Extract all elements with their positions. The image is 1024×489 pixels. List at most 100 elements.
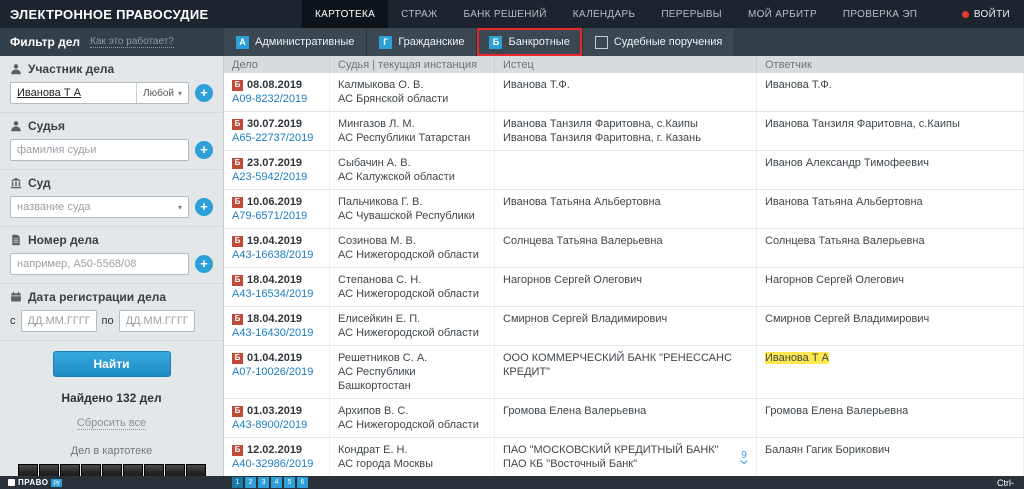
case-type-tab[interactable]: Г Гражданские xyxy=(367,28,477,56)
plaintiff-name: Солнцева Татьяна Валерьевна xyxy=(503,234,663,248)
page-button[interactable]: 3 xyxy=(258,477,269,488)
zoom-hint: Ctrl- xyxy=(997,478,1024,488)
participant-role-select[interactable]: Любой xyxy=(136,83,188,103)
court-name: АС Нижегородской области xyxy=(338,326,486,340)
page-button[interactable]: 6 xyxy=(297,477,308,488)
judge-name: Архипов В. С. xyxy=(338,404,486,418)
nav-item[interactable]: БАНК РЕШЕНИЙ xyxy=(451,0,560,28)
judge-cell: Архипов В. С. АС Нижегородской области xyxy=(330,399,495,437)
judge-name: Решетников С. А. xyxy=(338,351,486,365)
add-case-number-button[interactable] xyxy=(195,255,213,273)
court-select-placeholder: название суда xyxy=(17,201,91,213)
judge-name: Мингазов Л. М. xyxy=(338,117,486,131)
plaintiff-names: ООО КОММЕРЧЕСКИЙ БАНК "РЕНЕССАНС КРЕДИТ" xyxy=(503,351,748,379)
reset-all-link[interactable]: Сбросить все xyxy=(77,417,146,430)
table-row[interactable]: Б 10.06.2019 А79-6571/2019 Пальчикова Г.… xyxy=(224,190,1024,229)
case-number-link[interactable]: А43-16534/2019 xyxy=(232,287,313,301)
case-number-section: Номер дела xyxy=(0,227,223,284)
court-name: АС Чувашской Республики xyxy=(338,209,486,223)
defendant-cell: Иванова Танзиля Фаритовна, с.Каипы xyxy=(757,112,1024,150)
case-number-link[interactable]: А79-6571/2019 xyxy=(232,209,307,223)
add-judge-button[interactable] xyxy=(195,141,213,159)
case-number-input[interactable] xyxy=(10,253,189,275)
pagination: 1 2 3 4 5 6 xyxy=(232,477,308,488)
counter-digit: 0 xyxy=(81,464,101,476)
case-number-link[interactable]: А23-5942/2019 xyxy=(232,170,307,184)
person-icon xyxy=(10,63,22,75)
page-button[interactable]: 1 xyxy=(232,477,243,488)
case-number-link[interactable]: А43-16430/2019 xyxy=(232,326,313,340)
defendant-cell: Балаян Гагик Борикович xyxy=(757,438,1024,476)
table-row[interactable]: Б 01.04.2019 А07-10026/2019 Решетников С… xyxy=(224,346,1024,399)
counter-digit: 6 xyxy=(60,464,80,476)
case-number-link[interactable]: А07-10026/2019 xyxy=(232,365,313,379)
case-number-link[interactable]: А65-22737/2019 xyxy=(232,131,313,145)
bankruptcy-case-icon: Б xyxy=(232,275,243,286)
nav-item[interactable]: ПЕРЕРЫВЫ xyxy=(648,0,735,28)
defendant-name: Смирнов Сергей Владимирович xyxy=(765,313,929,325)
plaintiff-name: ПАО "МОСКОВСКИЙ КРЕДИТНЫЙ БАНК" xyxy=(503,443,719,457)
case-number-label: Номер дела xyxy=(10,233,213,247)
defendant-cell: Нагорнов Сергей Олегович xyxy=(757,268,1024,306)
table-row[interactable]: Б 08.08.2019 А09-8232/2019 Калмыкова О. … xyxy=(224,73,1024,112)
login-label: ВОЙТИ xyxy=(974,9,1010,20)
defendant-cell: Иванова Т А xyxy=(757,346,1024,398)
pravo-logo-suffix: ру xyxy=(51,479,61,487)
case-type-tab[interactable]: А Административные xyxy=(224,28,367,56)
page-button[interactable]: 2 xyxy=(245,477,256,488)
plaintiff-names: Нагорнов Сергей Олегович xyxy=(503,273,642,287)
nav-item[interactable]: МОЙ АРБИТР xyxy=(735,0,830,28)
defendant-cell: Громова Елена Валерьевна xyxy=(757,399,1024,437)
how-it-works-link[interactable]: Как это работает? xyxy=(90,36,174,48)
judge-cell: Сыбачин А. В. АС Калужской области xyxy=(330,151,495,189)
nav-item[interactable]: СТРАЖ xyxy=(388,0,450,28)
filter-title: Фильтр дел xyxy=(10,35,80,49)
header-plaintiff: Истец xyxy=(495,56,757,73)
case-type-tab[interactable]: Б Банкротные xyxy=(477,28,582,56)
date-to-label: по xyxy=(102,315,114,327)
counter-digit: 2 xyxy=(165,464,185,476)
login-button[interactable]: ВОЙТИ xyxy=(962,0,1024,28)
case-number-link[interactable]: А40-32986/2019 xyxy=(232,457,313,471)
date-to-input[interactable] xyxy=(119,310,195,332)
table-row[interactable]: Б 19.04.2019 А43-16638/2019 Созинова М. … xyxy=(224,229,1024,268)
app-logo: ЭЛЕКТРОННОЕ ПРАВОСУДИЕ xyxy=(0,0,224,28)
table-row[interactable]: Б 01.03.2019 А43-8900/2019 Архипов В. С.… xyxy=(224,399,1024,438)
defendant-cell: Иванов Александр Тимофеевич xyxy=(757,151,1024,189)
case-type-tab[interactable]: Судебные поручения xyxy=(583,28,736,56)
page-button[interactable]: 5 xyxy=(284,477,295,488)
nav-item[interactable]: КАЛЕНДАРЬ xyxy=(560,0,649,28)
reg-date-section: Дата регистрации дела с по xyxy=(0,284,223,341)
main-nav: КАРТОТЕКА СТРАЖ БАНК РЕШЕНИЙ КАЛЕНДАРЬ П… xyxy=(302,0,930,28)
table-row[interactable]: Б 30.07.2019 А65-22737/2019 Мингазов Л. … xyxy=(224,112,1024,151)
search-button[interactable]: Найти xyxy=(53,351,171,377)
judge-cell: Елисейкин Е. П. АС Нижегородской области xyxy=(330,307,495,345)
defendant-name: Иванова Танзиля Фаритовна, с.Каипы xyxy=(765,118,960,130)
case-cell: Б 12.02.2019 А40-32986/2019 xyxy=(224,438,330,476)
case-cell: Б 18.04.2019 А43-16534/2019 xyxy=(224,268,330,306)
court-select[interactable]: название суда xyxy=(10,196,189,218)
page-button[interactable]: 4 xyxy=(271,477,282,488)
add-participant-button[interactable] xyxy=(195,84,213,102)
case-number-link[interactable]: А09-8232/2019 xyxy=(232,92,307,106)
judge-cell: Степанова С. Н. АС Нижегородской области xyxy=(330,268,495,306)
add-court-button[interactable] xyxy=(195,198,213,216)
table-row[interactable]: Б 18.04.2019 А43-16430/2019 Елисейкин Е.… xyxy=(224,307,1024,346)
case-cell: Б 18.04.2019 А43-16430/2019 xyxy=(224,307,330,345)
more-instances-badge[interactable]: 9 xyxy=(740,451,748,464)
judge-cell: Калмыкова О. В. АС Брянской области xyxy=(330,73,495,111)
pravo-logo[interactable]: ПРАВО ру xyxy=(0,478,224,487)
case-number-link[interactable]: А43-8900/2019 xyxy=(232,418,307,432)
plaintiff-cell: ПАО "МОСКОВСКИЙ КРЕДИТНЫЙ БАНК" ПАО КБ "… xyxy=(495,438,757,476)
date-from-input[interactable] xyxy=(21,310,97,332)
judge-cell: Кондрат Е. Н. АС города Москвы xyxy=(330,438,495,476)
nav-item[interactable]: КАРТОТЕКА xyxy=(302,0,388,28)
table-row[interactable]: Б 23.07.2019 А23-5942/2019 Сыбачин А. В.… xyxy=(224,151,1024,190)
table-row[interactable]: Б 12.02.2019 А40-32986/2019 Кондрат Е. Н… xyxy=(224,438,1024,476)
table-row[interactable]: Б 18.04.2019 А43-16534/2019 Степанова С.… xyxy=(224,268,1024,307)
participant-input[interactable] xyxy=(11,83,136,103)
judge-input[interactable] xyxy=(10,139,189,161)
nav-item[interactable]: ПРОВЕРКА ЭП xyxy=(830,0,930,28)
case-number-link[interactable]: А43-16638/2019 xyxy=(232,248,313,262)
defendant-name: Солнцева Татьяна Валерьевна xyxy=(765,235,925,247)
